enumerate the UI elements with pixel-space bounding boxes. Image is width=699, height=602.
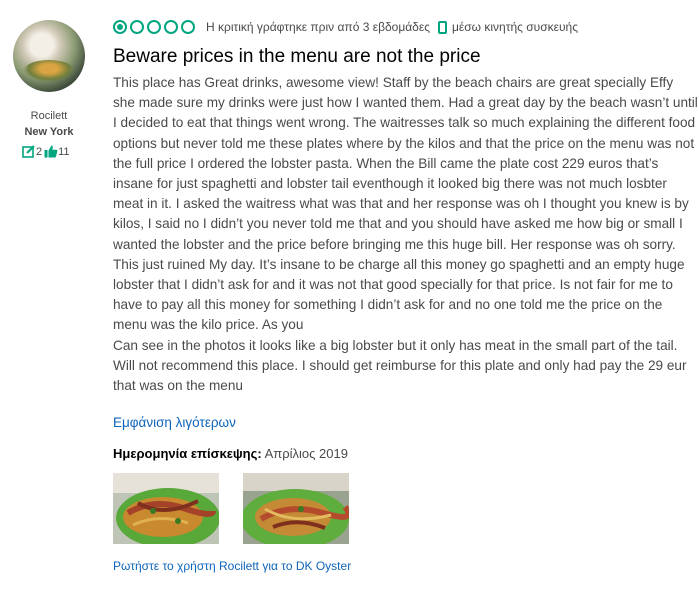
review-date: Η κριτική γράφτηκε πριν από 3 εβδομάδες xyxy=(206,20,430,34)
reviewer-stats: 2 11 xyxy=(22,145,72,158)
review-photo[interactable] xyxy=(113,473,219,544)
reviewer-username[interactable]: Rocilett xyxy=(0,110,98,122)
show-less-link[interactable]: Εμφάνιση λιγότερων xyxy=(113,415,236,430)
review-body-paragraph: This place has Great drinks, awesome vie… xyxy=(113,75,698,333)
review-body: This place has Great drinks, awesome vie… xyxy=(113,73,698,396)
rating-bubble xyxy=(147,20,161,34)
rating-bubble xyxy=(113,20,127,34)
ask-reviewer-link[interactable]: Ρωτήστε το χρήστη Rocilett για το DK Oys… xyxy=(113,559,351,573)
mobile-icon xyxy=(438,20,447,34)
rating-bubble xyxy=(130,20,144,34)
review-count: 2 xyxy=(36,145,43,158)
review-title[interactable]: Beware prices in the menu are not the pr… xyxy=(113,46,481,68)
reviewer-avatar[interactable] xyxy=(13,20,85,92)
rating-bubble xyxy=(181,20,195,34)
visit-date-label: Ημερομηνία επίσκεψης: xyxy=(113,446,262,461)
visit-date: Ημερομηνία επίσκεψης: Απρίλιος 2019 xyxy=(113,446,348,461)
helpful-votes: 11 xyxy=(58,145,70,158)
review-body-paragraph: Can see in the photos it looks like a bi… xyxy=(113,337,687,394)
rating-bubbles xyxy=(113,20,198,34)
rating-bubble xyxy=(164,20,178,34)
visit-date-value: Απρίλιος 2019 xyxy=(264,446,348,461)
reviewer-location: New York xyxy=(24,126,74,138)
thumbs-up-icon xyxy=(44,145,58,158)
via-mobile-label: μέσω κινητής συσκευής xyxy=(452,20,578,34)
review-photo[interactable] xyxy=(243,473,349,544)
rating-row: Η κριτική γράφτηκε πριν από 3 εβδομάδες … xyxy=(113,20,578,34)
review-count-icon xyxy=(22,145,35,158)
